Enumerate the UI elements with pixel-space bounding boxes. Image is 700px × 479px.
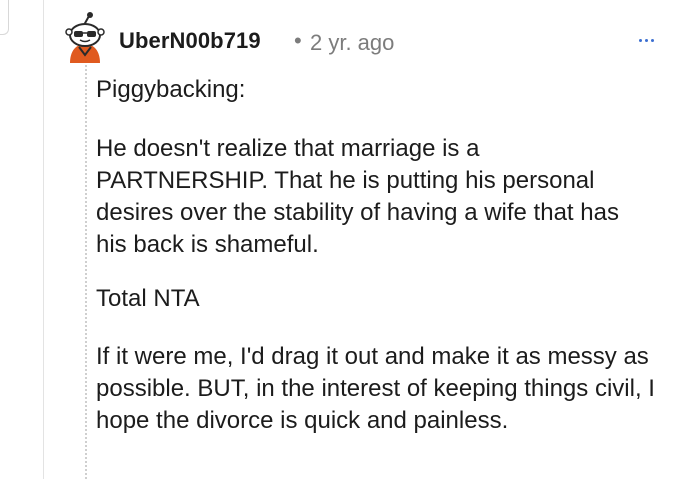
more-options-icon [638,38,642,42]
comment-author-username[interactable]: UberN00b719 [119,28,261,54]
avatar[interactable] [62,11,108,63]
comment-paragraph: Total NTA [96,285,200,312]
parent-thread-line[interactable] [43,0,44,479]
more-options-icon [644,38,648,42]
comment-paragraph: Piggybacking: [96,76,246,103]
more-options-icon [650,38,654,42]
more-options-button[interactable] [632,28,660,52]
comment-thread-line[interactable] [85,65,87,479]
snoo-avatar-icon [65,12,105,63]
comment-timestamp[interactable]: 2 yr. ago [310,30,394,56]
meta-separator: • [294,28,302,53]
parent-comment-edge [0,0,9,35]
comment-paragraph: If it were me, I'd drag it out and make … [96,343,655,434]
comment-paragraph: He doesn't realize that marriage is a PA… [96,135,619,258]
